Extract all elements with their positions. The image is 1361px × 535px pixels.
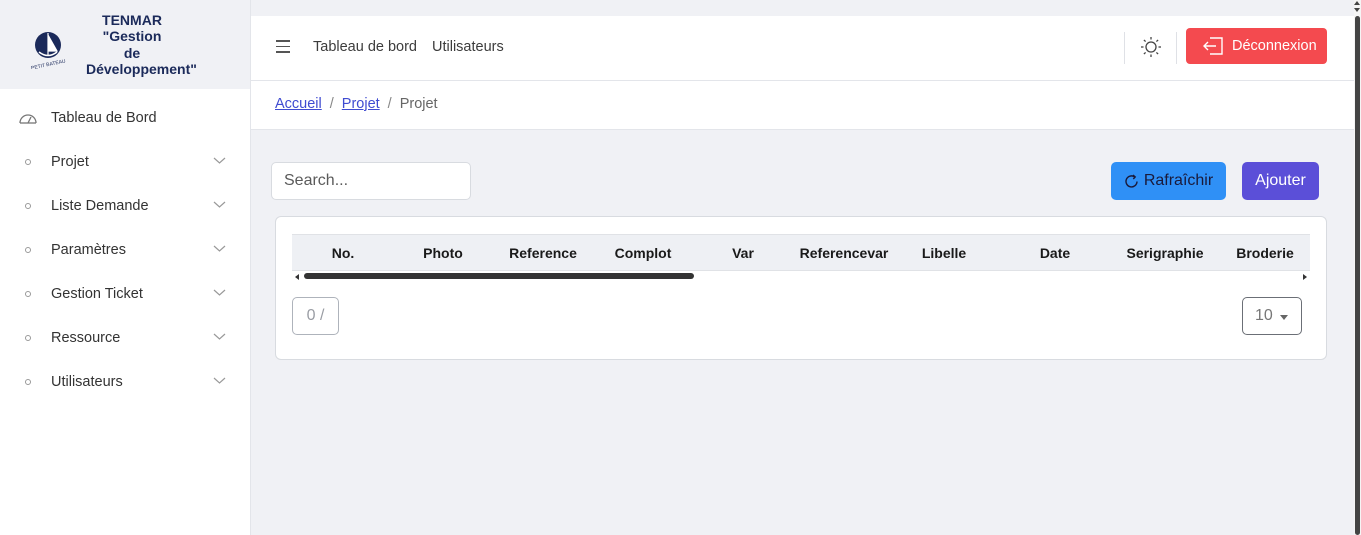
logout-label: Déconnexion — [1232, 38, 1317, 54]
logout-button[interactable]: Déconnexion — [1186, 28, 1327, 64]
logout-icon — [1203, 37, 1223, 55]
add-label: Ajouter — [1255, 172, 1306, 189]
sidebar-item-parametres[interactable]: Paramètres — [0, 228, 250, 272]
app-title: TENMAR "Gestion de Développement" — [86, 11, 197, 78]
column-header[interactable]: Broderie — [1236, 245, 1294, 261]
breadcrumb-separator: / — [329, 96, 334, 112]
column-header[interactable]: No. — [332, 245, 355, 261]
svg-text:PETIT BATEAU: PETIT BATEAU — [31, 58, 67, 69]
sidebar-item-label: Tableau de Bord — [51, 110, 157, 126]
page-vertical-scrollbar[interactable] — [1354, 0, 1361, 535]
chevron-down-icon — [213, 377, 226, 384]
column-header[interactable]: Serigraphie — [1126, 245, 1203, 261]
chevron-down-icon — [213, 333, 226, 340]
app-title-line: TENMAR — [102, 11, 162, 28]
chevron-down-icon — [213, 201, 226, 208]
top-header: Tableau de bord Utilisateurs Déconnexion — [251, 16, 1354, 81]
sidebar: PETIT BATEAU TENMAR "Gestion de Développ… — [0, 0, 251, 535]
scroll-up-icon[interactable] — [1354, 1, 1360, 5]
sidebar-item-label: Paramètres — [51, 242, 126, 258]
column-header[interactable]: Photo — [423, 245, 463, 261]
column-header[interactable]: Date — [1040, 245, 1070, 261]
menu-toggle-icon[interactable] — [276, 40, 290, 54]
breadcrumb-current: Projet — [399, 96, 438, 112]
sidebar-item-ressource[interactable]: Ressource — [0, 316, 250, 360]
dot-icon — [25, 291, 31, 297]
dot-icon — [25, 203, 31, 209]
add-button[interactable]: Ajouter — [1242, 162, 1319, 200]
sidebar-item-gestion-ticket[interactable]: Gestion Ticket — [0, 272, 250, 316]
dot-icon — [25, 335, 31, 341]
scroll-down-icon[interactable] — [1354, 8, 1360, 12]
sidebar-item-projet[interactable]: Projet — [0, 140, 250, 184]
column-header[interactable]: Var — [732, 245, 754, 261]
sidebar-item-liste-demande[interactable]: Liste Demande — [0, 184, 250, 228]
chevron-down-icon — [213, 245, 226, 252]
dot-icon — [25, 247, 31, 253]
breadcrumb-section-link[interactable]: Projet — [342, 96, 380, 112]
search-input[interactable] — [271, 162, 471, 200]
breadcrumb-home-link[interactable]: Accueil — [275, 96, 322, 112]
scrollbar-thumb[interactable] — [304, 273, 694, 279]
breadcrumb-separator: / — [387, 96, 392, 112]
app-title-line: "Gestion — [102, 28, 162, 44]
theme-toggle-sun-icon[interactable] — [1140, 36, 1162, 58]
page-size-value: 10 — [1255, 307, 1273, 324]
column-header[interactable]: Libelle — [922, 245, 966, 261]
sidebar-item-utilisateurs[interactable]: Utilisateurs — [0, 360, 250, 404]
header-divider — [1176, 32, 1177, 64]
dot-icon — [25, 379, 31, 385]
header-link-utilisateurs[interactable]: Utilisateurs — [432, 39, 504, 55]
header-link-tableau-de-bord[interactable]: Tableau de bord — [313, 39, 417, 55]
refresh-icon — [1125, 173, 1138, 188]
table-horizontal-scrollbar[interactable] — [292, 272, 1310, 280]
refresh-label: Rafraîchir — [1143, 172, 1214, 189]
sidebar-nav: Tableau de Bord Projet Liste Demande Par… — [0, 89, 250, 404]
sidebar-item-tableau-de-bord[interactable]: Tableau de Bord — [0, 96, 250, 140]
table-header: No. Photo Reference Complot Var Referenc… — [292, 234, 1310, 271]
dashboard-gauge-icon — [19, 114, 37, 124]
page-size-select[interactable]: 10 — [1242, 297, 1302, 335]
page-indicator[interactable]: 0 / — [292, 297, 339, 335]
sidebar-item-label: Gestion Ticket — [51, 286, 143, 302]
sidebar-item-label: Ressource — [51, 330, 121, 346]
header-divider — [1124, 32, 1125, 64]
sidebar-item-label: Liste Demande — [51, 198, 149, 214]
caret-down-icon — [1280, 315, 1288, 320]
scroll-right-icon[interactable] — [1303, 274, 1307, 280]
petit-bateau-logo: PETIT BATEAU — [31, 31, 67, 69]
sidebar-item-label: Utilisateurs — [51, 374, 123, 390]
breadcrumb-bar: Accueil / Projet / Projet — [251, 81, 1354, 130]
breadcrumb: Accueil / Projet / Projet — [275, 96, 438, 112]
column-header[interactable]: Referencevar — [800, 245, 889, 261]
brand: PETIT BATEAU TENMAR "Gestion de Développ… — [0, 0, 250, 89]
table-card: No. Photo Reference Complot Var Referenc… — [275, 216, 1327, 360]
sidebar-item-label: Projet — [51, 154, 89, 170]
chevron-down-icon — [213, 289, 226, 296]
column-header[interactable]: Complot — [615, 245, 672, 261]
scroll-left-icon[interactable] — [295, 274, 299, 280]
refresh-button[interactable]: Rafraîchir — [1111, 162, 1226, 200]
scrollbar-thumb[interactable] — [1355, 16, 1360, 535]
column-header[interactable]: Reference — [509, 245, 577, 261]
app-title-line: Développement" — [86, 61, 197, 77]
app-title-line: de — [123, 44, 141, 61]
dot-icon — [25, 159, 31, 165]
chevron-down-icon — [213, 157, 226, 164]
